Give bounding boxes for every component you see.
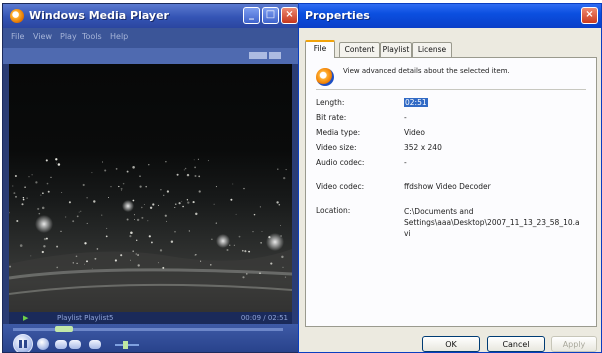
media-player-toolbar [3, 48, 299, 64]
property-label: Video codec: [316, 182, 365, 191]
properties-titlebar[interactable]: Properties × [299, 4, 601, 28]
property-label: Audio codec: [316, 158, 365, 167]
property-value: - [404, 113, 407, 122]
file-tab-panel: View advanced details about the selected… [305, 57, 597, 327]
media-player-titlebar[interactable]: Windows Media Player _ □ × [3, 4, 299, 28]
next-button[interactable] [69, 340, 81, 349]
apply-button[interactable]: Apply [551, 336, 597, 352]
media-file-icon [316, 68, 334, 86]
property-value: - [404, 158, 407, 167]
menu-help[interactable]: Help [110, 32, 128, 41]
menu-view[interactable]: View [33, 32, 52, 41]
cancel-button[interactable]: Cancel [487, 336, 545, 352]
tab-content[interactable]: Content [339, 42, 380, 57]
menu-tools[interactable]: Tools [82, 32, 102, 41]
maximize-button[interactable]: □ [262, 7, 279, 24]
media-player-icon [10, 9, 24, 23]
tab-playlist[interactable]: Playlist [380, 42, 412, 57]
playlist-label: Playlist Playlist5 [57, 314, 114, 322]
seek-thumb[interactable] [55, 326, 73, 332]
property-value: 352 x 240 [404, 143, 442, 152]
ok-button[interactable]: OK [422, 336, 480, 352]
property-value: Video [404, 128, 426, 137]
seek-bar[interactable] [13, 328, 283, 331]
close-button[interactable]: × [281, 7, 298, 24]
stop-button[interactable] [37, 338, 49, 350]
night-city-video-frame [9, 158, 292, 312]
media-player-statusbar: ▶ Playlist Playlist5 00:09 / 02:51 [9, 312, 292, 324]
toolbar-control[interactable] [249, 52, 267, 59]
time-readout: 00:09 / 02:51 [240, 314, 288, 322]
divider [316, 89, 586, 90]
properties-dialog: Properties × File Content Playlist Licen… [298, 3, 602, 353]
mute-button[interactable] [89, 340, 101, 349]
property-label: Length: [316, 98, 345, 107]
panel-description: View advanced details about the selected… [343, 67, 510, 75]
volume-thumb[interactable] [123, 341, 128, 349]
toolbar-control[interactable] [269, 52, 281, 59]
property-value: ffdshow Video Decoder [404, 182, 491, 191]
tab-license[interactable]: License [412, 42, 452, 57]
menu-file[interactable]: File [11, 32, 24, 41]
playback-controls [3, 324, 299, 352]
media-player-menubar: File View Play Tools Help [3, 28, 299, 48]
property-value[interactable]: 02:51 [404, 98, 428, 107]
playing-indicator-icon: ▶ [23, 314, 29, 322]
media-player-window: Windows Media Player _ □ × File View Pla… [2, 3, 300, 353]
property-label: Bit rate: [316, 113, 347, 122]
minimize-button[interactable]: _ [243, 7, 260, 24]
menu-play[interactable]: Play [60, 32, 77, 41]
property-label: Media type: [316, 128, 361, 137]
property-label: Video size: [316, 143, 357, 152]
previous-button[interactable] [55, 340, 67, 349]
properties-title: Properties [305, 9, 370, 22]
property-label: Location: [316, 206, 351, 215]
tab-file[interactable]: File [305, 40, 335, 58]
close-icon[interactable]: × [581, 7, 598, 24]
media-player-title: Windows Media Player [29, 9, 169, 22]
location-value: C:\Documents and Settings\aaa\Desktop\20… [404, 207, 580, 238]
pause-button[interactable] [13, 334, 33, 352]
video-display[interactable] [9, 64, 292, 312]
